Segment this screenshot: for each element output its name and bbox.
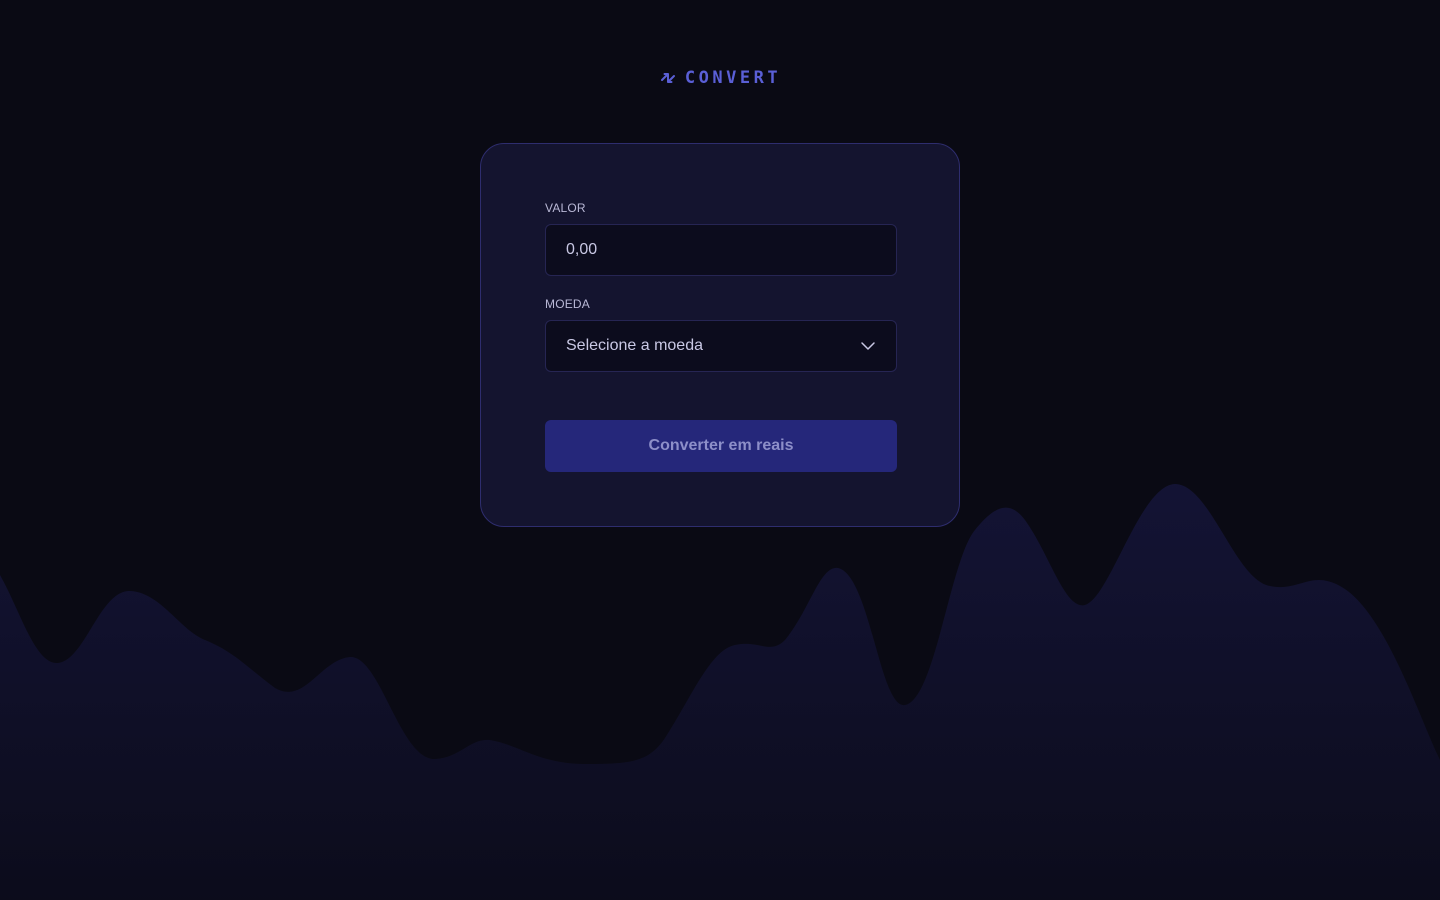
exchange-arrows-icon <box>660 73 675 83</box>
brand-name: CONVERT <box>684 68 782 88</box>
currency-select[interactable]: Selecione a moeda <box>545 320 897 372</box>
page: CONVERT VALOR 0,00 MOEDA Selecione a moe… <box>0 0 1440 900</box>
amount-input[interactable]: 0,00 <box>545 224 897 276</box>
chevron-down-icon <box>861 342 875 350</box>
convert-button[interactable]: Converter em reais <box>545 420 897 472</box>
currency-label: MOEDA <box>545 297 591 311</box>
brand-logo: CONVERT <box>0 68 1440 88</box>
amount-value: 0,00 <box>566 241 598 258</box>
amount-label: VALOR <box>545 201 586 215</box>
converter-card: VALOR 0,00 MOEDA Selecione a moeda Conve… <box>480 143 960 527</box>
currency-selected-value: Selecione a moeda <box>566 337 703 354</box>
